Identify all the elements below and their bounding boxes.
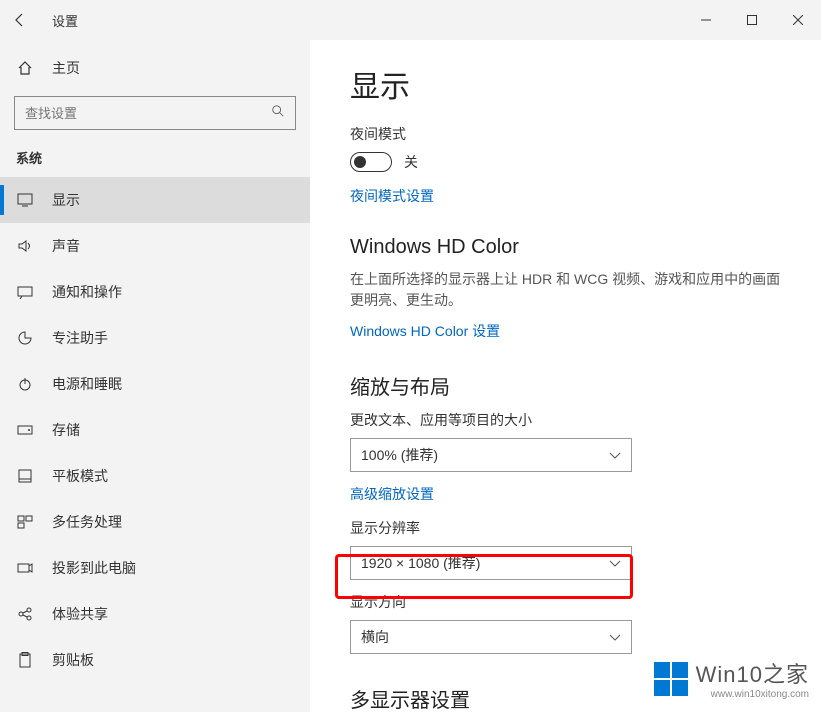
nav-item-project[interactable]: 投影到此电脑 (0, 545, 310, 591)
share-icon (16, 606, 34, 622)
close-icon (793, 15, 803, 25)
nav-label: 剪贴板 (52, 650, 94, 670)
back-button[interactable] (0, 0, 40, 40)
minimize-icon (701, 15, 711, 25)
nav-item-sound[interactable]: 声音 (0, 223, 310, 269)
close-button[interactable] (775, 4, 821, 36)
sound-icon (16, 239, 34, 253)
storage-icon (16, 425, 34, 435)
nav-item-tablet[interactable]: 平板模式 (0, 453, 310, 499)
maximize-button[interactable] (729, 4, 775, 36)
nav-label: 声音 (52, 236, 80, 256)
watermark: Win10之家 www.win10xitong.com (654, 657, 809, 700)
main-content: 显示 夜间模式 关 夜间模式设置 Windows HD Color 在上面所选择… (310, 40, 821, 712)
power-icon (16, 376, 34, 392)
nav-label: 专注助手 (52, 328, 108, 348)
nav-item-share[interactable]: 体验共享 (0, 591, 310, 637)
sidebar: 主页 系统 显示 声音 通知和操作 专注助手 (0, 40, 310, 712)
resolution-dropdown[interactable]: 1920 × 1080 (推荐) (350, 546, 632, 580)
nav-item-storage[interactable]: 存储 (0, 407, 310, 453)
window-controls (683, 4, 821, 36)
titlebar: 设置 (0, 0, 821, 40)
scale-value: 100% (推荐) (361, 445, 438, 465)
home-icon (16, 60, 34, 76)
night-mode-settings-link[interactable]: 夜间模式设置 (350, 186, 434, 206)
search-input[interactable] (25, 106, 271, 121)
watermark-brand: Win10之家 (696, 657, 809, 689)
chevron-down-icon (609, 555, 621, 571)
nav-item-power[interactable]: 电源和睡眠 (0, 361, 310, 407)
page-heading: 显示 (350, 62, 781, 106)
orientation-label: 显示方向 (350, 592, 781, 612)
advanced-scale-link[interactable]: 高级缩放设置 (350, 484, 434, 504)
nav-label: 多任务处理 (52, 512, 122, 532)
project-icon (16, 561, 34, 575)
nav-label: 存储 (52, 420, 80, 440)
nav-list: 显示 声音 通知和操作 专注助手 电源和睡眠 存储 (0, 177, 310, 683)
watermark-url: www.win10xitong.com (696, 689, 809, 700)
maximize-icon (747, 15, 757, 25)
night-mode-label: 夜间模式 (350, 124, 781, 144)
display-icon (16, 193, 34, 207)
notifications-icon (16, 285, 34, 299)
hdcolor-heading: Windows HD Color (350, 236, 781, 259)
chevron-down-icon (609, 447, 621, 463)
window-title: 设置 (52, 11, 78, 30)
arrow-left-icon (12, 12, 28, 28)
category-heading: 系统 (0, 144, 310, 177)
minimize-button[interactable] (683, 4, 729, 36)
nav-label: 体验共享 (52, 604, 108, 624)
search-box[interactable] (14, 96, 296, 130)
windows-logo-icon (654, 662, 688, 696)
chevron-down-icon (609, 629, 621, 645)
nav-item-focus[interactable]: 专注助手 (0, 315, 310, 361)
resolution-value: 1920 × 1080 (推荐) (361, 553, 480, 573)
nav-item-clipboard[interactable]: 剪贴板 (0, 637, 310, 683)
nav-label: 电源和睡眠 (52, 374, 122, 394)
clipboard-icon (16, 652, 34, 668)
nav-label: 投影到此电脑 (52, 558, 136, 578)
orientation-value: 横向 (361, 627, 389, 647)
nav-item-multitask[interactable]: 多任务处理 (0, 499, 310, 545)
nav-label: 平板模式 (52, 466, 108, 486)
night-mode-toggle[interactable] (350, 152, 392, 172)
orientation-dropdown[interactable]: 横向 (350, 620, 632, 654)
hdcolor-settings-link[interactable]: Windows HD Color 设置 (350, 321, 500, 341)
resolution-label: 显示分辨率 (350, 518, 781, 538)
nav-item-notifications[interactable]: 通知和操作 (0, 269, 310, 315)
search-icon (271, 104, 285, 123)
tablet-icon (16, 469, 34, 483)
home-link[interactable]: 主页 (0, 48, 310, 88)
scale-label: 更改文本、应用等项目的大小 (350, 410, 781, 430)
focus-icon (16, 330, 34, 346)
multitask-icon (16, 515, 34, 529)
nav-label: 通知和操作 (52, 282, 122, 302)
toggle-state-label: 关 (404, 152, 418, 172)
nav-label: 显示 (52, 190, 80, 210)
nav-item-display[interactable]: 显示 (0, 177, 310, 223)
scale-heading: 缩放与布局 (350, 371, 781, 400)
scale-dropdown[interactable]: 100% (推荐) (350, 438, 632, 472)
home-label: 主页 (52, 58, 80, 78)
hdcolor-description: 在上面所选择的显示器上让 HDR 和 WCG 视频、游戏和应用中的画面更明亮、更… (350, 269, 781, 311)
